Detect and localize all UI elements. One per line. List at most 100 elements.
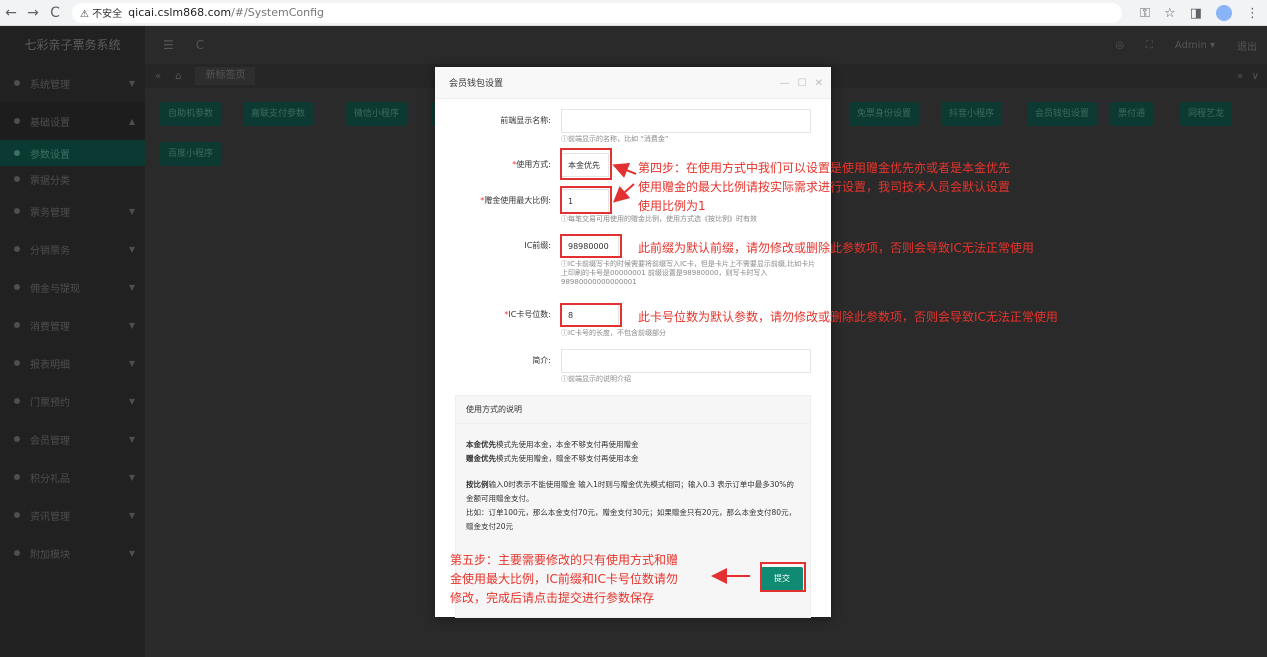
annotation-prefix-note: 此前缀为默认前缀，请勿修改或删除此参数项，否则会导致IC无法正常使用 [638,241,1034,255]
profile-avatar[interactable] [1216,5,1232,21]
sidebar-item-label: 报表明细 [30,359,70,371]
tab-next-icon[interactable]: » [1237,71,1243,82]
sidebar-item-commission[interactable]: 佣金与提现 ▼ [0,268,145,306]
topbar: ☰ C ◎ ⛶ Admin ▾ 退出 [145,26,1267,64]
fullscreen-icon[interactable]: ⛶ [1146,40,1153,51]
sidebar-item-system[interactable]: 系统管理 ▼ [0,64,145,102]
chevron-down-icon: ▼ [128,320,135,330]
sidebar-item-members[interactable]: 会员管理 ▼ [0,420,145,458]
config-btn-tongcheng[interactable]: 同程艺龙 [1180,102,1233,126]
chevron-down-icon: ▼ [128,358,135,368]
chevron-down-icon: ▼ [128,510,135,520]
browser-toolbar: ← → C ⚠ 不安全 qicai.cslm868.com/#/SystemCo… [0,0,1267,26]
config-btn-douyin[interactable]: 抖音小程序 [941,102,1003,126]
brand-title: 七彩亲子票务系统 [24,38,121,52]
chat-icon[interactable]: ◎ [1115,40,1124,51]
menu-dot-icon [14,512,20,518]
menu-dot-icon [14,360,20,366]
home-icon[interactable]: ⌂ [175,71,181,82]
maximize-icon[interactable]: ☐ [798,78,807,89]
sidebar-item-distribution[interactable]: 分销票务 ▼ [0,230,145,268]
chevron-down-icon: ▼ [128,472,135,482]
config-btn-member-wallet[interactable]: 会员钱包设置 [1027,102,1098,126]
menu-dot-icon [14,436,20,442]
close-icon[interactable]: ✕ [815,78,823,89]
sidebar-item-consumption[interactable]: 消费管理 ▼ [0,306,145,344]
sidebar-item-news[interactable]: 资讯管理 ▼ [0,496,145,534]
usage-line-ratio: 按比例输入0时表示不能使用赠金 输入1时则与赠金优先模式相同；输入0.3 表示订… [466,480,794,503]
forward-icon[interactable]: → [22,5,44,21]
url-host: qicai.cslm868.com [128,6,232,19]
sidebar-item-label: 票务管理 [30,207,70,219]
sidebar-item-booking[interactable]: 门票预约 ▼ [0,382,145,420]
chevron-down-icon: ▼ [128,282,135,292]
refresh-icon[interactable]: C [196,38,204,52]
user-menu[interactable]: Admin ▾ [1175,40,1215,51]
key-icon[interactable]: ⚿ [1140,6,1150,21]
gear-icon [14,80,20,86]
sidebar-item-label: 消费管理 [30,321,70,333]
intro-input[interactable] [561,349,811,373]
annotation-step5-line3: 修改，完成后请点击提交进行参数保存 [450,591,655,605]
config-btn-piaofutong[interactable]: 票付通 [1110,102,1154,126]
sidebar-item-label: 资讯管理 [30,511,70,523]
sidebar-item-tickets[interactable]: 票务管理 ▼ [0,192,145,230]
display-name-input[interactable] [561,109,811,133]
menu-dot-icon [14,398,20,404]
back-icon[interactable]: ← [0,5,22,21]
more-icon[interactable]: ⋮ [1246,6,1259,21]
menu-toggle-icon[interactable]: ☰ [163,38,174,52]
usage-line-example: 比如：订单100元，那么本金支付70元，赠金支付30元；如果赠金只有20元，那么… [466,508,796,531]
menu-dot-icon [14,118,20,124]
config-btn-baidu[interactable]: 百度小程序 [160,142,222,166]
address-bar[interactable]: ⚠ 不安全 qicai.cslm868.com/#/SystemConfig [72,2,1122,23]
sidebar-item-ticket-category[interactable]: 票据分类 [0,166,145,192]
chevron-down-icon: ▼ [128,434,135,444]
annotation-step5-line2: 金使用最大比例，IC前缀和IC卡号位数请勿 [450,572,678,586]
highlight-ic-digits [560,303,622,327]
sidebar-item-addons[interactable]: 附加模块 ▼ [0,534,145,572]
chevron-down-icon: ▼ [128,78,135,88]
intro-label: 简介: [532,356,551,365]
max-ratio-hint: ⓘ每笔交易可用使用的赠金比例，使用方式选《按比例》时有效 [561,215,757,223]
menu-dot-icon [14,474,20,480]
sidebar-item-points[interactable]: 积分礼品 ▼ [0,458,145,496]
usage-explanation-title: 使用方式的说明 [456,396,810,424]
menu-dot-icon [14,150,20,156]
chevron-down-icon: ▼ [128,548,135,558]
sidepanel-icon[interactable]: ◨ [1190,6,1202,21]
sidebar-item-label: 门票预约 [30,397,70,409]
menu-dot-icon [14,550,20,556]
star-icon[interactable]: ☆ [1164,6,1176,21]
ic-digits-hint: ⓘIC卡号的长度，不包含前缀部分 [561,329,666,337]
sidebar-item-basic[interactable]: 基础设置 ▲ [0,102,145,140]
logout-link[interactable]: 退出 [1237,38,1257,53]
chevron-down-icon: ▼ [128,396,135,406]
config-btn-kiosk[interactable]: 自助机参数 [160,102,222,126]
tab-current[interactable]: 新标签页 [195,67,256,85]
config-btn-jialian[interactable]: 嘉联支付参数 [243,102,314,126]
highlight-submit [760,562,806,592]
use-mode-label: *使用方式: [512,160,551,169]
chevron-up-icon: ▲ [128,116,135,126]
usage-line-principal: 本金优先模式先使用本金，本金不够支付再使用赠金 [466,440,639,449]
menu-dot-icon [14,208,20,214]
sidebar-item-label: 分销票务 [30,245,70,257]
tab-menu-icon[interactable]: ∨ [1252,71,1259,82]
dialog-header: 会员钱包设置 — ☐ ✕ [435,67,831,99]
config-btn-wechat[interactable]: 微信小程序 [346,102,408,126]
minimize-icon[interactable]: — [780,78,790,89]
sidebar-item-label: 会员管理 [30,435,70,447]
dialog-title: 会员钱包设置 [449,79,504,89]
highlight-ic-prefix [560,234,622,258]
intro-hint: ⓘ前端显示的说明介绍 [561,375,631,383]
annotation-step5-line1: 第五步：主要需要修改的只有使用方式和赠 [450,553,679,567]
display-name-hint: ⓘ前端显示的名称，比如 “消费金” [561,135,669,143]
sidebar-item-reports[interactable]: 报表明细 ▼ [0,344,145,382]
highlight-max-ratio [560,186,612,214]
tab-prev-icon[interactable]: « [155,71,161,82]
insecure-badge[interactable]: ⚠ 不安全 [80,5,122,20]
sidebar-item-params[interactable]: 参数设置 [0,140,145,166]
reload-icon[interactable]: C [44,5,66,21]
config-btn-free-identity[interactable]: 免票身份设置 [849,102,920,126]
